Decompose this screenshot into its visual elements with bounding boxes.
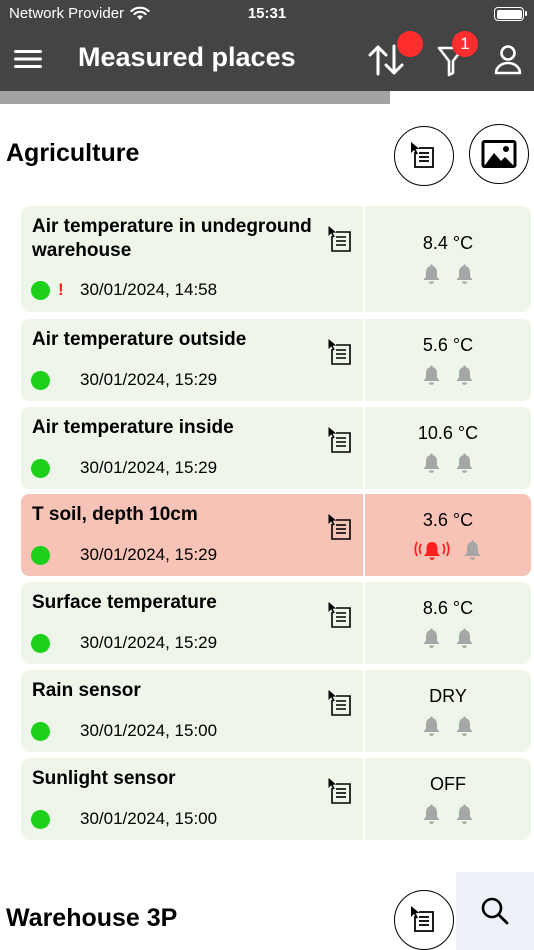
bell-icon[interactable] bbox=[454, 628, 475, 649]
measurement-card[interactable]: Air temperature outside 30/01/2024, 15:29… bbox=[21, 319, 531, 401]
measurement-value: 10.6 °C bbox=[417, 423, 479, 443]
card-divider bbox=[363, 206, 365, 312]
bell-icon[interactable] bbox=[454, 453, 475, 474]
app-bar: Measured places 1 bbox=[0, 28, 534, 91]
measurement-value: 8.4 °C bbox=[422, 233, 474, 253]
measurement-card[interactable]: T soil, depth 10cm 30/01/2024, 15:29 3.6 °… bbox=[21, 494, 531, 576]
timestamp: 30/01/2024, 15:00 bbox=[80, 809, 218, 828]
search-icon bbox=[481, 897, 509, 925]
card-divider bbox=[363, 670, 365, 752]
alarm-bells bbox=[365, 716, 531, 737]
report-icon[interactable] bbox=[328, 690, 352, 716]
alarm-bells bbox=[365, 540, 531, 561]
report-icon[interactable] bbox=[328, 778, 352, 804]
alarm-bells bbox=[365, 628, 531, 649]
section-report-button[interactable] bbox=[394, 890, 454, 950]
bell-icon[interactable] bbox=[421, 264, 442, 285]
status-dot-icon bbox=[31, 633, 50, 653]
measurement-value: 5.6 °C bbox=[422, 335, 474, 355]
report-icon[interactable] bbox=[328, 602, 352, 628]
card-divider bbox=[363, 319, 365, 401]
card-divider bbox=[363, 582, 365, 664]
report-icon[interactable] bbox=[328, 339, 352, 365]
status-dot-icon bbox=[31, 721, 50, 741]
measurement-value: 3.6 °C bbox=[422, 510, 474, 530]
report-icon[interactable] bbox=[328, 514, 352, 540]
bell-icon[interactable] bbox=[421, 365, 442, 386]
bell-icon[interactable] bbox=[454, 716, 475, 737]
status-dot-icon bbox=[31, 280, 50, 300]
card-divider bbox=[363, 758, 365, 840]
status-row: 30/01/2024, 15:29 bbox=[31, 370, 217, 390]
bell-icon[interactable] bbox=[421, 453, 442, 474]
search-button[interactable] bbox=[456, 872, 534, 950]
measurement-title: Sunlight sensor bbox=[32, 768, 176, 789]
section-title: Agriculture bbox=[6, 139, 140, 167]
profile-icon[interactable] bbox=[492, 40, 524, 80]
timestamp: 30/01/2024, 15:29 bbox=[80, 458, 218, 477]
card-divider bbox=[363, 494, 365, 576]
measurement-card[interactable]: Surface temperature 30/01/2024, 15:29 8.6 … bbox=[21, 582, 531, 664]
bell-icon[interactable] bbox=[454, 264, 475, 285]
report-icon[interactable] bbox=[328, 427, 352, 453]
measurement-card[interactable]: Air temperature in undeground warehouse!… bbox=[21, 206, 531, 312]
measurement-title: Air temperature inside bbox=[32, 417, 234, 438]
page-title: Measured places bbox=[78, 42, 296, 72]
status-row: 30/01/2024, 15:29 bbox=[31, 633, 217, 653]
image-icon bbox=[481, 140, 517, 168]
bell-icon[interactable] bbox=[421, 628, 442, 649]
bell-icon[interactable] bbox=[421, 716, 442, 737]
bell-icon[interactable] bbox=[454, 365, 475, 386]
bell-icon[interactable] bbox=[454, 804, 475, 825]
report-icon[interactable] bbox=[328, 226, 352, 252]
measurement-title: Surface temperature bbox=[32, 592, 217, 613]
status-row: ! 30/01/2024, 14:58 bbox=[31, 280, 217, 300]
measurement-card[interactable]: Sunlight sensor 30/01/2024, 15:00 OFF bbox=[21, 758, 531, 840]
status-dot-icon bbox=[31, 809, 50, 829]
measurement-title: Air temperature in undeground warehouse bbox=[32, 216, 312, 261]
filter-count-badge: 1 bbox=[452, 31, 478, 57]
report-icon bbox=[411, 142, 434, 168]
status-row: 30/01/2024, 15:00 bbox=[31, 809, 217, 829]
measurement-title: T soil, depth 10cm bbox=[32, 504, 198, 525]
warning-icon: ! bbox=[58, 280, 64, 299]
card-divider bbox=[363, 407, 365, 489]
status-time: 15:31 bbox=[247, 5, 287, 22]
timestamp: 30/01/2024, 14:58 bbox=[80, 280, 218, 299]
measurement-title: Air temperature outside bbox=[32, 329, 247, 350]
status-row: 30/01/2024, 15:29 bbox=[31, 458, 217, 478]
menu-icon[interactable] bbox=[12, 44, 44, 74]
bell-icon[interactable] bbox=[421, 804, 442, 825]
loading-progress-bar bbox=[0, 91, 534, 104]
battery-icon bbox=[494, 7, 527, 21]
status-row: 30/01/2024, 15:00 bbox=[31, 721, 217, 741]
measurement-title: Rain sensor bbox=[32, 680, 141, 701]
timestamp: 30/01/2024, 15:29 bbox=[80, 633, 218, 652]
measurement-value: DRY bbox=[429, 686, 467, 706]
timestamp: 30/01/2024, 15:00 bbox=[80, 721, 218, 740]
alarm-bells bbox=[365, 453, 531, 474]
measurement-value: OFF bbox=[430, 774, 466, 794]
bell-icon[interactable] bbox=[462, 540, 483, 561]
progress-fill bbox=[0, 91, 390, 104]
timestamp: 30/01/2024, 15:29 bbox=[80, 545, 218, 564]
measurement-card[interactable]: Air temperature inside 30/01/2024, 15:29 1… bbox=[21, 407, 531, 489]
status-dot-icon bbox=[31, 458, 50, 478]
section-image-button[interactable] bbox=[469, 124, 529, 184]
sort-indicator-dot bbox=[397, 31, 423, 57]
measurement-value: 8.6 °C bbox=[422, 598, 474, 618]
status-dot-icon bbox=[31, 545, 50, 565]
alarm-bells bbox=[365, 804, 531, 825]
section-report-button[interactable] bbox=[394, 126, 454, 186]
status-row: 30/01/2024, 15:29 bbox=[31, 545, 217, 565]
bell-ringing-icon[interactable] bbox=[413, 540, 450, 561]
section-title: Warehouse 3P bbox=[6, 904, 178, 932]
alarm-bells bbox=[365, 264, 531, 285]
status-dot-icon bbox=[31, 370, 50, 390]
alarm-bells bbox=[365, 365, 531, 386]
measurement-card[interactable]: Rain sensor 30/01/2024, 15:00 DRY bbox=[21, 670, 531, 752]
report-icon bbox=[411, 906, 434, 932]
timestamp: 30/01/2024, 15:29 bbox=[80, 370, 218, 389]
status-bar: Network Provider 15:31 bbox=[0, 0, 534, 28]
